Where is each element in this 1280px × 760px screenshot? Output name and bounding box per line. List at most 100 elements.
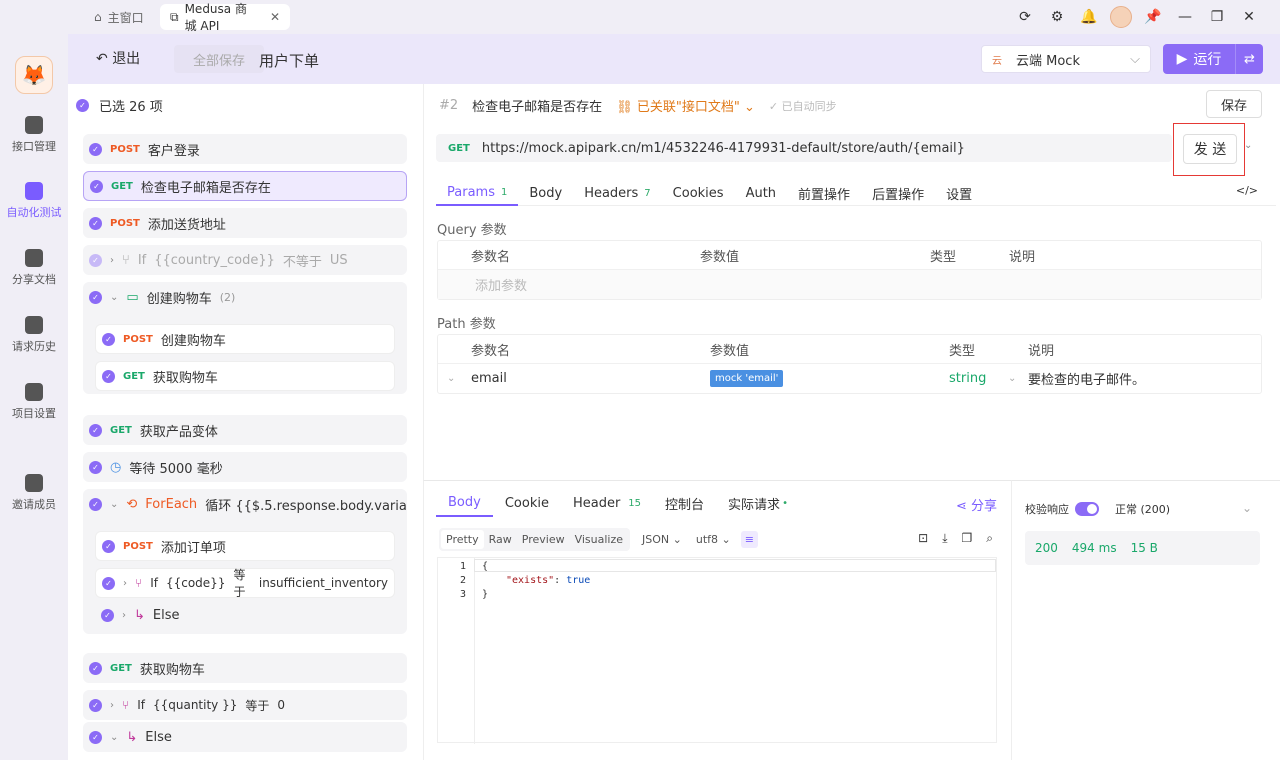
rail-item-history[interactable]: 请求历史 [0, 316, 68, 354]
tab-post-ops[interactable]: 后置操作 [861, 180, 935, 206]
tab-body[interactable]: Body [518, 180, 573, 206]
rail-item-autotest[interactable]: 自动化测试 [0, 182, 68, 220]
gear-icon[interactable]: ⚙ [1046, 6, 1068, 28]
tab-auth[interactable]: Auth [735, 180, 787, 206]
check-icon[interactable]: ✓ [89, 423, 102, 437]
tab-resp-body[interactable]: Body [436, 489, 493, 517]
check-icon[interactable]: ✓ [89, 142, 102, 156]
chevron-down-icon[interactable]: ⌄ [110, 292, 118, 303]
tab-resp-header[interactable]: Header 15 [561, 489, 653, 517]
check-icon[interactable]: ✓ [89, 497, 102, 511]
check-icon[interactable]: ✓ [89, 698, 102, 712]
param-value[interactable]: mock 'email' [710, 370, 784, 387]
tab-resp-console[interactable]: 控制台 [653, 489, 716, 517]
param-type[interactable]: string [949, 371, 986, 386]
exit-button[interactable]: ↶ 退出 [96, 48, 140, 68]
chevron-right-icon[interactable]: › [122, 610, 126, 621]
save-all-button[interactable]: 全部保存 [174, 45, 264, 73]
chevron-down-icon[interactable]: ⌄ [1242, 501, 1252, 515]
env-select[interactable]: 云 云端 Mock ⌵ [981, 45, 1151, 73]
step-item[interactable]: ✓ GET 获取购物车 [95, 361, 395, 391]
check-icon[interactable]: ✓ [89, 460, 102, 474]
check-icon[interactable]: ✓ [102, 576, 115, 590]
step-item[interactable]: ✓ GET 检查电子邮箱是否存在 [83, 171, 407, 201]
search-icon[interactable]: ⌕ [986, 531, 993, 546]
save-button[interactable]: 保存 [1206, 90, 1262, 118]
check-icon[interactable]: ✓ [102, 332, 115, 346]
tab-api[interactable]: ⧉ Medusa 商城 API ✕ [160, 2, 290, 33]
rail-item-settings[interactable]: 项目设置 [0, 383, 68, 421]
minimize-icon[interactable]: — [1174, 6, 1196, 28]
chevron-down-icon[interactable]: ⌄ [1244, 140, 1252, 151]
step-else[interactable]: ✓ ⌄ ↳ Else [83, 722, 407, 752]
view-visualize[interactable]: Visualize [570, 530, 628, 549]
chevron-down-icon[interactable]: ⌄ [447, 373, 455, 384]
download-icon[interactable]: ⤓ [942, 531, 947, 546]
lang-select[interactable]: JSON ⌄ [642, 533, 682, 546]
check-icon[interactable]: ✓ [101, 608, 114, 622]
step-foreach[interactable]: ✓ ⌄ ⟲ ForEach 循环 {{$.5.response.body.var… [83, 489, 407, 519]
add-param-row[interactable]: 添加参数 [438, 270, 1261, 299]
step-item[interactable]: ✓ GET 获取购物车 [83, 653, 407, 683]
check-icon[interactable]: ✓ [89, 216, 102, 230]
refresh-icon[interactable]: ⟳ [1014, 6, 1036, 28]
tab-home[interactable]: ⌂ 主窗口 [84, 4, 154, 30]
check-icon[interactable]: ✓ [102, 539, 115, 553]
view-preview[interactable]: Preview [517, 530, 570, 549]
tab-pre-ops[interactable]: 前置操作 [787, 180, 861, 206]
step-item[interactable]: ✓ POST 添加送货地址 [83, 208, 407, 238]
send-button[interactable]: 发 送 [1183, 134, 1237, 164]
expand-icon[interactable]: ⊡ [918, 531, 928, 546]
param-name[interactable]: email [471, 371, 507, 386]
step-item[interactable]: ✓ POST 创建购物车 [95, 324, 395, 354]
wrap-lines-icon[interactable]: ≡ [740, 531, 758, 548]
check-icon[interactable]: ✓ [89, 730, 102, 744]
step-if[interactable]: ✓ › ⑂ If {{quantity }} 等于 0 [83, 690, 407, 720]
encoding-select[interactable]: utf8 ⌄ [696, 533, 731, 546]
response-body[interactable]: 1 { 2 "exists": true 3 } [437, 557, 997, 744]
close-tab-icon[interactable]: ✕ [270, 10, 280, 24]
share-button[interactable]: ⋖ 分享 [956, 495, 997, 514]
rail-item-invite[interactable]: 邀请成员 [0, 474, 68, 512]
avatar[interactable] [1110, 6, 1132, 28]
select-all[interactable]: ✓ 已选 26 项 [76, 96, 163, 115]
tab-cookies[interactable]: Cookies [662, 180, 735, 206]
check-icon[interactable]: ✓ [76, 99, 89, 112]
check-icon[interactable]: ✓ [89, 290, 102, 304]
chevron-right-icon[interactable]: › [110, 700, 114, 711]
tab-resp-actual[interactable]: 实际请求 • [716, 489, 800, 517]
check-icon[interactable]: ✓ [89, 661, 102, 675]
tab-settings[interactable]: 设置 [935, 180, 983, 206]
check-icon[interactable]: ✓ [90, 179, 103, 193]
chevron-down-icon[interactable]: ⌄ [1008, 373, 1016, 384]
run-button[interactable]: ▶ 运行 [1163, 44, 1235, 74]
tab-resp-cookie[interactable]: Cookie [493, 489, 561, 517]
step-item[interactable]: ✓ POST 客户登录 [83, 134, 407, 164]
request-name[interactable]: 检查电子邮箱是否存在 [472, 96, 602, 115]
view-raw[interactable]: Raw [484, 530, 517, 549]
rail-item-api[interactable]: 接口管理 [0, 116, 68, 154]
step-wait[interactable]: ✓ ◷ 等待 5000 毫秒 [83, 452, 407, 482]
code-icon[interactable]: </> [1236, 184, 1258, 197]
chevron-right-icon[interactable]: › [110, 255, 114, 266]
step-if[interactable]: ✓ › ⑂ If {{country_code}} 不等于 US [83, 245, 407, 275]
table-row[interactable]: ⌄ email mock 'email' string ⌄ 要检查的电子邮件。 [438, 364, 1261, 393]
step-group[interactable]: ✓ ⌄ ▭ 创建购物车 (2) [83, 282, 407, 312]
step-else[interactable]: ✓ › ↳ Else [95, 600, 395, 630]
method-select[interactable]: GET [448, 143, 470, 154]
url-input[interactable]: https://mock.apipark.cn/m1/4532246-41799… [482, 141, 965, 156]
step-item[interactable]: ✓ GET 获取产品变体 [83, 415, 407, 445]
close-window-icon[interactable]: ✕ [1238, 6, 1260, 28]
linked-doc[interactable]: ⛓ 已关联"接口文档" ⌄ [616, 96, 755, 115]
step-item[interactable]: ✓ POST 添加订单项 [95, 531, 395, 561]
view-pretty[interactable]: Pretty [441, 530, 484, 549]
rail-item-share-doc[interactable]: 分享文档 [0, 249, 68, 287]
tab-headers[interactable]: Headers 7 [573, 180, 661, 206]
verify-toggle[interactable] [1075, 502, 1099, 516]
tab-params[interactable]: Params 1 [436, 180, 519, 206]
chevron-down-icon[interactable]: ⌄ [110, 499, 118, 510]
pin-icon[interactable]: 📌 [1142, 6, 1164, 28]
step-if[interactable]: ✓ › ⑂ If {{code}} 等于 insufficient_invent… [95, 568, 395, 599]
param-desc[interactable]: 要检查的电子邮件。 [1028, 369, 1145, 388]
run-options-button[interactable]: ⇄ [1235, 44, 1263, 74]
